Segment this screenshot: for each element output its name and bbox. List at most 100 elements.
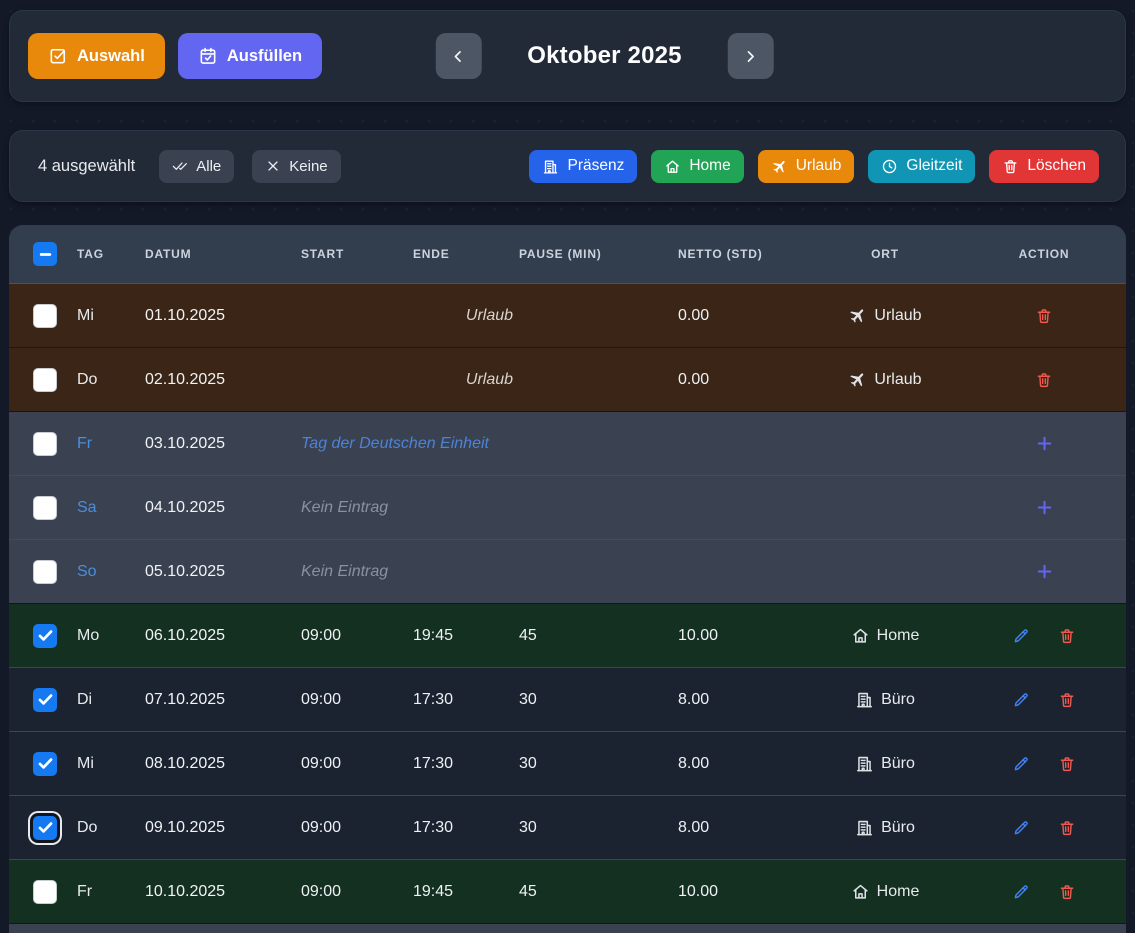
row-actions <box>962 431 1126 457</box>
checkbox-cell <box>9 496 67 520</box>
row-actions <box>962 623 1126 649</box>
table-row: Mi08.10.202509:0017:30308.00Büro <box>9 731 1126 795</box>
day-label: Mo <box>67 627 145 645</box>
check-icon <box>36 626 55 645</box>
pencil-icon <box>1012 691 1030 709</box>
edit-entry-button[interactable] <box>1008 815 1034 841</box>
day-label: Fr <box>67 883 145 901</box>
plus-icon <box>1034 561 1055 582</box>
select-all-checkbox[interactable] <box>33 242 57 266</box>
row-checkbox[interactable] <box>33 432 57 456</box>
pause-value: 30 <box>519 819 678 837</box>
checkbox-cell <box>9 880 67 904</box>
row-actions <box>962 303 1126 329</box>
table-row: So05.10.2025Kein Eintrag <box>9 539 1126 603</box>
table-row: Di07.10.202509:0017:30308.00Büro <box>9 667 1126 731</box>
netto-value: 10.00 <box>678 883 808 901</box>
select-all-button[interactable]: Alle <box>159 150 234 183</box>
delete-entry-button[interactable] <box>1031 303 1057 329</box>
row-checkbox[interactable] <box>33 368 57 392</box>
row-checkbox[interactable] <box>33 688 57 712</box>
edit-entry-button[interactable] <box>1008 623 1034 649</box>
ausfuellen-button[interactable]: Ausfüllen <box>178 33 322 79</box>
delete-entry-button[interactable] <box>1054 815 1080 841</box>
netto-value: 8.00 <box>678 819 808 837</box>
row-actions <box>962 879 1126 905</box>
check-icon <box>36 690 55 709</box>
col-pause: PAUSE (MIN) <box>519 247 678 261</box>
row-checkbox[interactable] <box>33 624 57 648</box>
table-row: Mo06.10.202509:0019:454510.00Home <box>9 603 1126 667</box>
ort-label: Urlaub <box>874 307 921 325</box>
ende-value: 19:45 <box>413 883 519 901</box>
row-checkbox[interactable] <box>33 752 57 776</box>
col-netto: NETTO (STD) <box>678 247 808 261</box>
add-entry-button[interactable] <box>1031 431 1057 457</box>
delete-entry-button[interactable] <box>1054 751 1080 777</box>
delete-entry-button[interactable] <box>1054 623 1080 649</box>
ort-label: Urlaub <box>874 371 921 389</box>
edit-entry-button[interactable] <box>1008 687 1034 713</box>
urlaub-button[interactable]: Urlaub <box>758 150 855 183</box>
gleitzeit-button[interactable]: Gleitzeit <box>868 150 975 183</box>
mode-buttons: Auswahl Ausfüllen <box>28 33 322 79</box>
trash-icon <box>1035 307 1053 325</box>
day-label: So <box>67 563 145 581</box>
row-checkbox[interactable] <box>33 880 57 904</box>
date-label: 06.10.2025 <box>145 627 301 645</box>
start-value: 09:00 <box>301 883 413 901</box>
calendar-check-icon <box>198 46 218 66</box>
prev-month-button[interactable] <box>435 33 481 79</box>
loeschen-button[interactable]: Löschen <box>989 150 1099 183</box>
row-checkbox[interactable] <box>33 304 57 328</box>
edit-entry-button[interactable] <box>1008 751 1034 777</box>
checkbox-cell <box>9 432 67 456</box>
ort-value: Urlaub <box>808 306 962 325</box>
start-value: 09:00 <box>301 691 413 709</box>
day-label: Mi <box>67 755 145 773</box>
month-toolbar: Auswahl Ausfüllen Oktober 2025 <box>9 10 1126 102</box>
delete-entry-button[interactable] <box>1054 687 1080 713</box>
pencil-icon <box>1012 627 1030 645</box>
table-row: Do09.10.202509:0017:30308.00Büro <box>9 795 1126 859</box>
edit-entry-button[interactable] <box>1008 879 1034 905</box>
delete-entry-button[interactable] <box>1054 879 1080 905</box>
select-none-button[interactable]: Keine <box>252 150 340 183</box>
gleitzeit-label: Gleitzeit <box>906 157 962 175</box>
add-entry-button[interactable] <box>1031 559 1057 585</box>
month-title: Oktober 2025 <box>527 42 681 70</box>
ende-value: 19:45 <box>413 627 519 645</box>
day-label: Do <box>67 371 145 389</box>
check-icon <box>36 818 55 837</box>
row-actions <box>962 815 1126 841</box>
checkbox-cell <box>9 688 67 712</box>
row-checkbox[interactable] <box>33 560 57 584</box>
date-label: 10.10.2025 <box>145 883 301 901</box>
pause-value: 30 <box>519 691 678 709</box>
auswahl-button[interactable]: Auswahl <box>28 33 165 79</box>
row-checkbox[interactable] <box>33 816 57 840</box>
date-label: 05.10.2025 <box>145 563 301 581</box>
date-label: 09.10.2025 <box>145 819 301 837</box>
day-label: Sa <box>67 499 145 517</box>
add-entry-button[interactable] <box>1031 495 1057 521</box>
delete-entry-button[interactable] <box>1031 367 1057 393</box>
home-icon <box>851 626 870 645</box>
row-actions <box>962 495 1126 521</box>
row-checkbox[interactable] <box>33 496 57 520</box>
row-actions <box>962 559 1126 585</box>
ausfuellen-label: Ausfüllen <box>227 47 302 66</box>
entry-note: Urlaub <box>301 371 678 389</box>
next-month-button[interactable] <box>728 33 774 79</box>
time-table: TAG DATUM START ENDE PAUSE (MIN) NETTO (… <box>9 225 1126 933</box>
praesenz-button[interactable]: Präsenz <box>529 150 637 183</box>
trash-icon <box>1002 158 1019 175</box>
clock-icon <box>881 158 898 175</box>
row-actions <box>962 751 1126 777</box>
entry-note: Kein Eintrag <box>301 499 808 517</box>
plus-icon <box>1034 497 1055 518</box>
home-button[interactable]: Home <box>651 150 743 183</box>
pause-value: 45 <box>519 883 678 901</box>
selected-count: 4 ausgewählt <box>38 157 135 176</box>
urlaub-label: Urlaub <box>796 157 842 175</box>
